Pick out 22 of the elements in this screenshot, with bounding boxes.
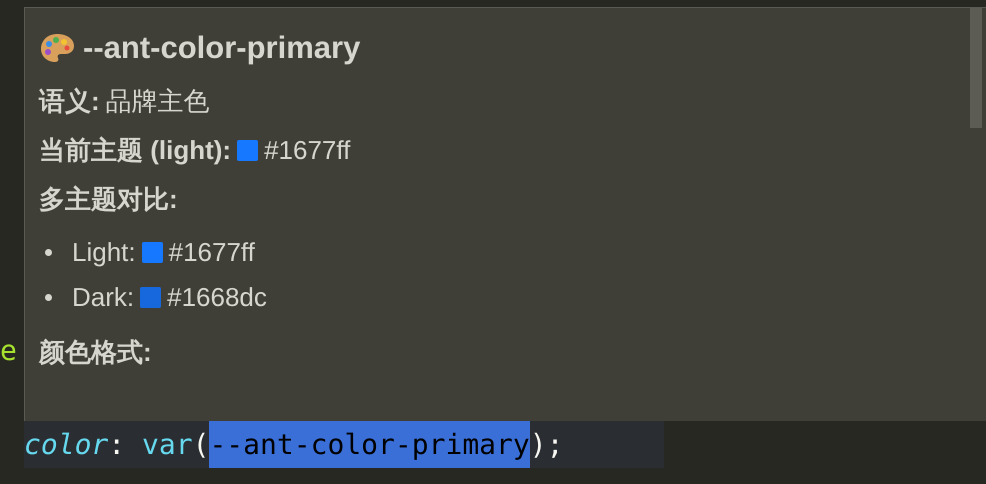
color-value: #1677ff [264,135,350,166]
bullet-icon [45,249,52,256]
scrollbar-thumb[interactable] [970,8,982,128]
section-heading: 多主题对比: [39,183,178,216]
palette-icon [39,32,75,64]
code-token: color [24,427,108,463]
color-value: #1677ff [168,237,255,268]
tooltip-title: --ant-color-primary [83,30,360,66]
code-token: ); [530,427,564,463]
current-theme-label: 当前主题 (light): [39,134,232,167]
selected-text: --ant-color-primary [209,421,530,468]
bullet-icon [45,294,52,301]
code-token: var [142,427,193,463]
theme-label: Light: [72,237,136,268]
semantic-value: 品牌主色 [106,85,210,118]
code-token: : [108,427,126,463]
semantic-label: 语义: [39,85,100,118]
code-fragment: e [0,337,18,365]
code-token: ( [192,427,210,463]
section-heading: 颜色格式: [39,336,152,369]
color-value: #1668dc [167,282,267,313]
theme-label: Dark: [72,282,134,313]
